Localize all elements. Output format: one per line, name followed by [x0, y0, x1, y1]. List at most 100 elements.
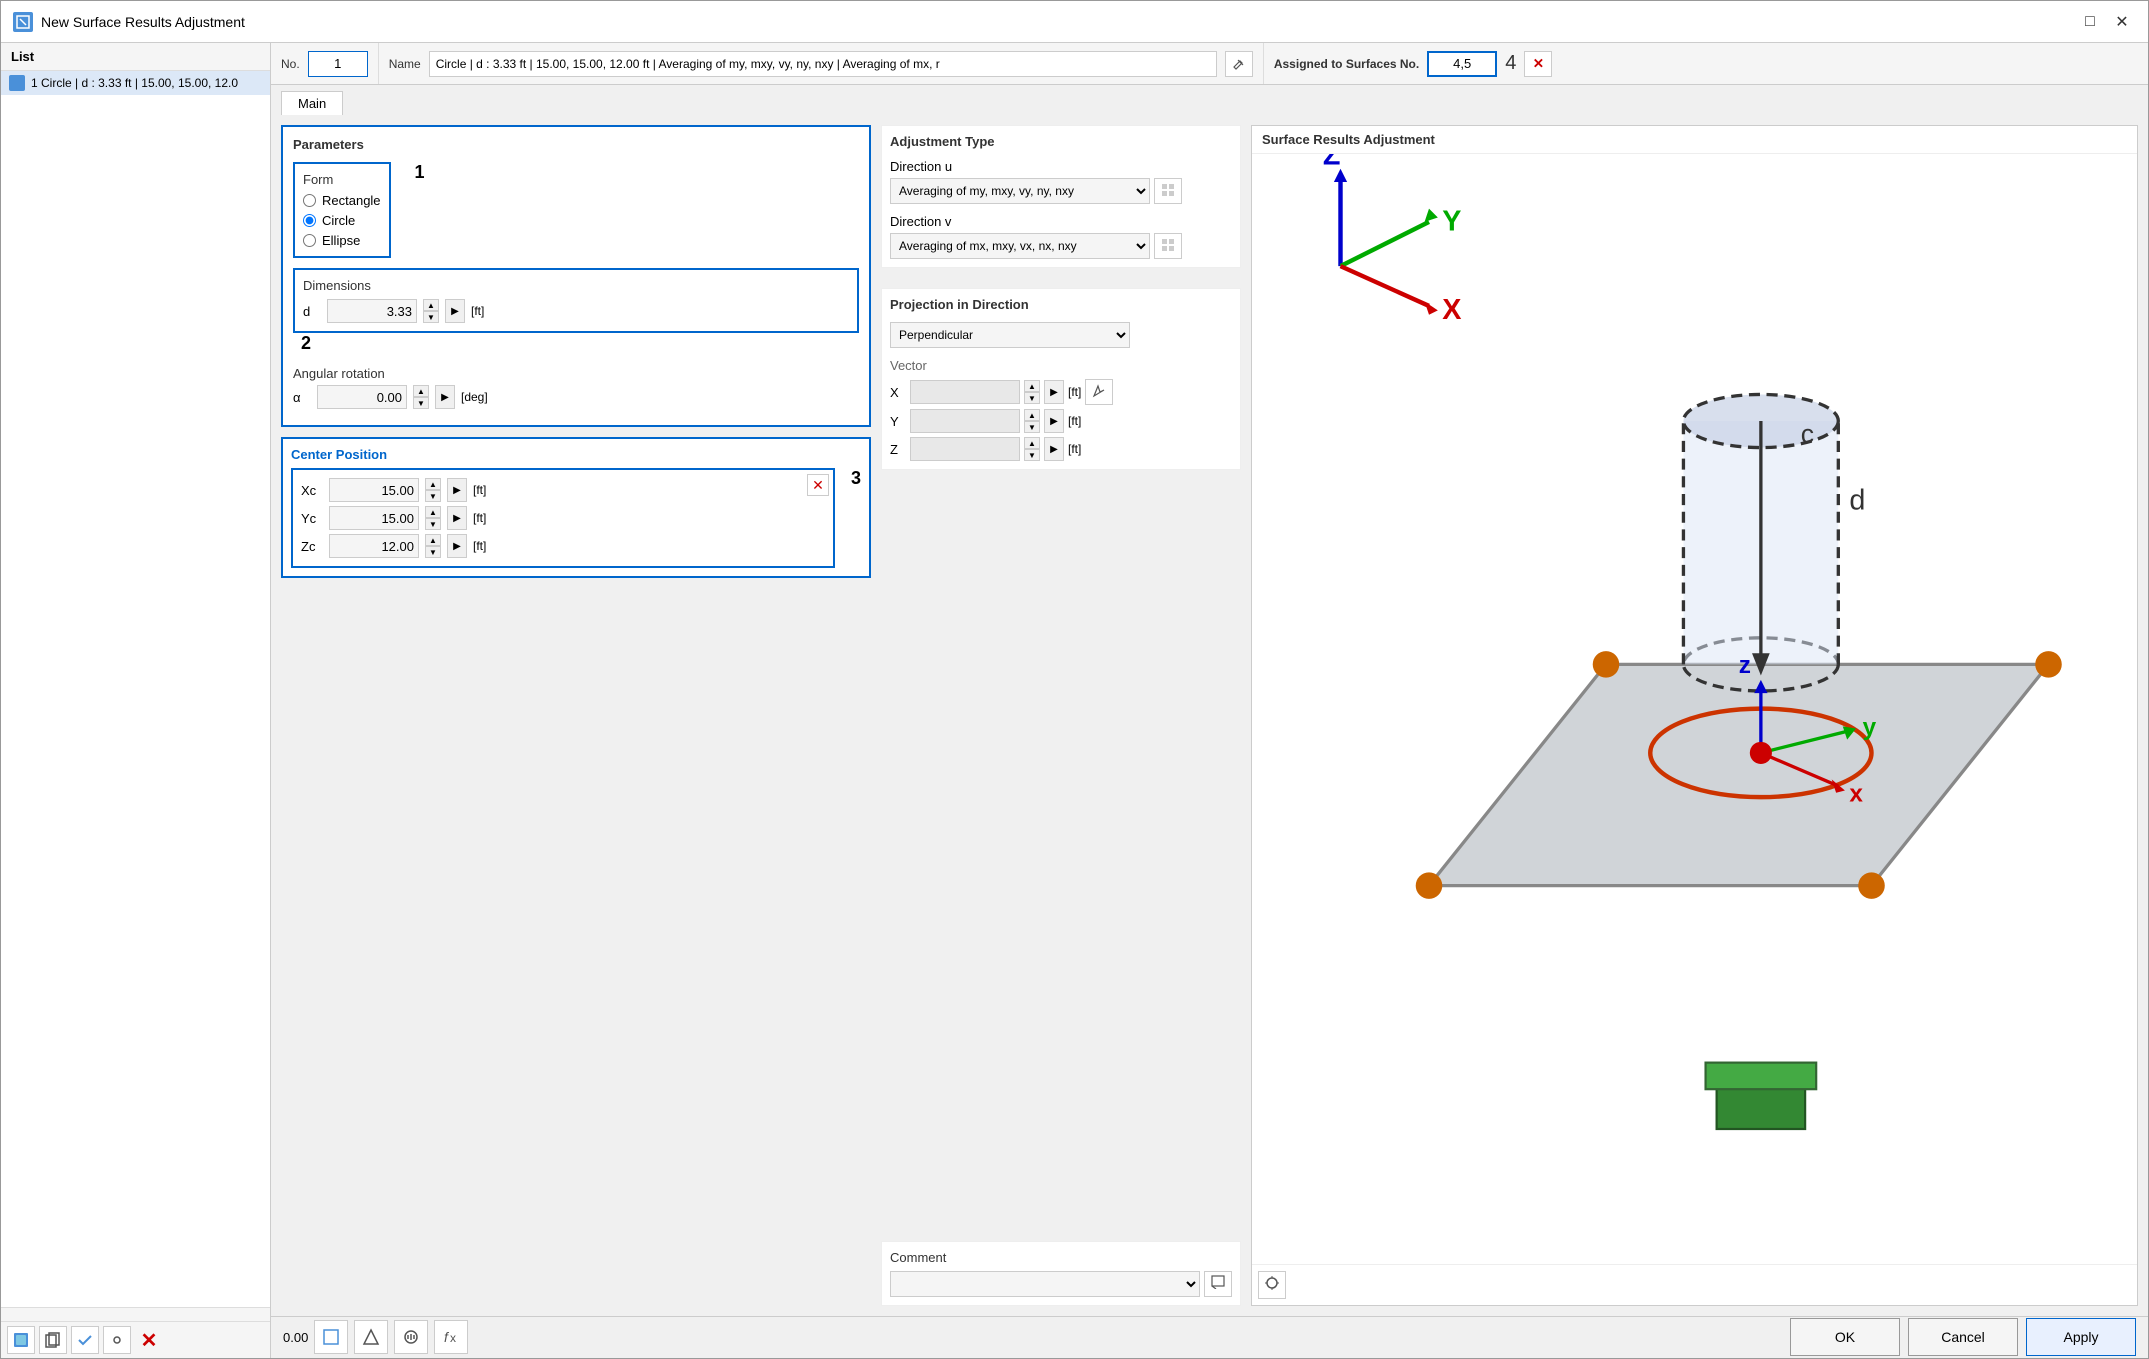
- app-icon: [13, 12, 33, 32]
- main-window: New Surface Results Adjustment □ ✕ List …: [0, 0, 2149, 1359]
- direction-u-select[interactable]: Averaging of my, mxy, vy, ny, nxy: [890, 178, 1150, 204]
- comment-select[interactable]: [890, 1271, 1200, 1297]
- vector-x-down[interactable]: ▼: [1024, 392, 1040, 404]
- circle-label: Circle: [322, 213, 355, 228]
- zc-right-button[interactable]: ▶: [447, 534, 467, 558]
- apply-button[interactable]: Apply: [2026, 1318, 2136, 1356]
- cancel-button[interactable]: Cancel: [1908, 1318, 2018, 1356]
- list-check-button[interactable]: [71, 1326, 99, 1354]
- yc-input[interactable]: [329, 506, 419, 530]
- params-row: Form Rectangle Circle: [293, 162, 859, 258]
- alpha-unit: [deg]: [461, 390, 488, 404]
- no-input[interactable]: [308, 51, 368, 77]
- vector-z-down[interactable]: ▼: [1024, 449, 1040, 461]
- main-tab[interactable]: Main: [281, 91, 343, 115]
- ellipse-option[interactable]: Ellipse: [303, 233, 381, 248]
- xc-input[interactable]: [329, 478, 419, 502]
- zc-input[interactable]: [329, 534, 419, 558]
- projection-section: Projection in Direction Perpendicular X …: [881, 288, 1241, 470]
- circle-radio[interactable]: [303, 214, 316, 227]
- badge-1: 1: [415, 162, 425, 183]
- comment-button[interactable]: [1204, 1271, 1232, 1297]
- tab-bar: Main: [271, 85, 2148, 115]
- vector-y-up[interactable]: ▲: [1024, 409, 1040, 421]
- yc-unit: [ft]: [473, 511, 486, 525]
- d-input[interactable]: [327, 299, 417, 323]
- alpha-input[interactable]: [317, 385, 407, 409]
- rectangle-option[interactable]: Rectangle: [303, 193, 381, 208]
- vector-x-input[interactable]: [910, 380, 1020, 404]
- form-radio-group: Rectangle Circle Ellipse: [303, 193, 381, 248]
- form-title: Form: [303, 172, 381, 187]
- xc-up-button[interactable]: ▲: [425, 478, 441, 490]
- d-right-button[interactable]: ▶: [445, 299, 465, 323]
- direction-v-select[interactable]: Averaging of mx, mxy, vx, nx, nxy: [890, 233, 1150, 259]
- close-button[interactable]: ✕: [2108, 8, 2136, 36]
- list-delete-button[interactable]: ✕: [135, 1326, 163, 1354]
- list-content: 1 Circle | d : 3.33 ft | 15.00, 15.00, 1…: [1, 71, 270, 1307]
- direction-v-label: Direction v: [890, 214, 1232, 229]
- zc-down-button[interactable]: ▼: [425, 546, 441, 558]
- bottom-tool-2[interactable]: [354, 1320, 388, 1354]
- yc-up-button[interactable]: ▲: [425, 506, 441, 518]
- list-settings-button[interactable]: [103, 1326, 131, 1354]
- minimize-button[interactable]: □: [2076, 8, 2104, 36]
- rectangle-radio[interactable]: [303, 194, 316, 207]
- xc-row: Xc ▲ ▼ ▶ [ft]: [301, 478, 825, 502]
- d-down-button[interactable]: ▼: [423, 311, 439, 323]
- surfaces-section: Assigned to Surfaces No. 4 ✕: [1264, 43, 2148, 84]
- ellipse-radio[interactable]: [303, 234, 316, 247]
- ok-button[interactable]: OK: [1790, 1318, 1900, 1356]
- vector-y-input[interactable]: [910, 409, 1020, 433]
- surfaces-no-input[interactable]: [1427, 51, 1497, 77]
- projection-select[interactable]: Perpendicular X Y Z: [890, 322, 1130, 348]
- name-edit-button[interactable]: [1225, 51, 1253, 77]
- svg-text:Y: Y: [1442, 206, 1461, 238]
- d-spinner: ▲ ▼: [423, 299, 439, 323]
- circle-option[interactable]: Circle: [303, 213, 381, 228]
- vector-x-right[interactable]: ▶: [1044, 380, 1064, 404]
- bottom-tool-3[interactable]: [394, 1320, 428, 1354]
- form-box: Form Rectangle Circle: [293, 162, 391, 258]
- vector-z-up[interactable]: ▲: [1024, 437, 1040, 449]
- adjustment-type-title: Adjustment Type: [890, 134, 1232, 149]
- surfaces-clear-button[interactable]: ✕: [1524, 51, 1552, 77]
- comment-row: [890, 1271, 1232, 1297]
- direction-v-section: Direction v Averaging of mx, mxy, vx, nx…: [890, 214, 1232, 259]
- direction-u-button[interactable]: [1154, 178, 1182, 204]
- vector-pick-button[interactable]: [1085, 379, 1113, 405]
- svg-text:z: z: [1739, 653, 1751, 680]
- bottom-tool-4[interactable]: fx: [434, 1320, 468, 1354]
- svg-text:c: c: [1801, 420, 1814, 450]
- xc-down-button[interactable]: ▼: [425, 490, 441, 502]
- list-copy-button[interactable]: [39, 1326, 67, 1354]
- direction-v-button[interactable]: [1154, 233, 1182, 259]
- vector-y-right[interactable]: ▶: [1044, 409, 1064, 433]
- name-input[interactable]: [429, 51, 1217, 77]
- alpha-up-button[interactable]: ▲: [413, 385, 429, 397]
- list-add-button[interactable]: [7, 1326, 35, 1354]
- yc-down-button[interactable]: ▼: [425, 518, 441, 530]
- yc-right-button[interactable]: ▶: [447, 506, 467, 530]
- bottom-tool-1[interactable]: [314, 1320, 348, 1354]
- vector-x-up[interactable]: ▲: [1024, 380, 1040, 392]
- yc-label: Yc: [301, 511, 323, 526]
- view-tool-button[interactable]: [1258, 1271, 1286, 1299]
- ellipse-label: Ellipse: [322, 233, 360, 248]
- xc-spinner: ▲ ▼: [425, 478, 441, 502]
- vector-z-right[interactable]: ▶: [1044, 437, 1064, 461]
- zc-up-button[interactable]: ▲: [425, 534, 441, 546]
- xc-right-button[interactable]: ▶: [447, 478, 467, 502]
- list-item-text: 1 Circle | d : 3.33 ft | 15.00, 15.00, 1…: [31, 76, 238, 90]
- list-panel: List 1 Circle | d : 3.33 ft | 15.00, 15.…: [1, 43, 271, 1358]
- middle-section: Parameters Form Rectangle: [271, 115, 2148, 1315]
- list-scrollbar[interactable]: [1, 1307, 270, 1321]
- vector-z-input[interactable]: [910, 437, 1020, 461]
- vector-y-spinner: ▲ ▼: [1024, 409, 1040, 433]
- vector-y-down[interactable]: ▼: [1024, 421, 1040, 433]
- d-up-button[interactable]: ▲: [423, 299, 439, 311]
- center-clear-button[interactable]: ✕: [807, 474, 829, 496]
- alpha-right-button[interactable]: ▶: [435, 385, 455, 409]
- list-item[interactable]: 1 Circle | d : 3.33 ft | 15.00, 15.00, 1…: [1, 71, 270, 95]
- alpha-down-button[interactable]: ▼: [413, 397, 429, 409]
